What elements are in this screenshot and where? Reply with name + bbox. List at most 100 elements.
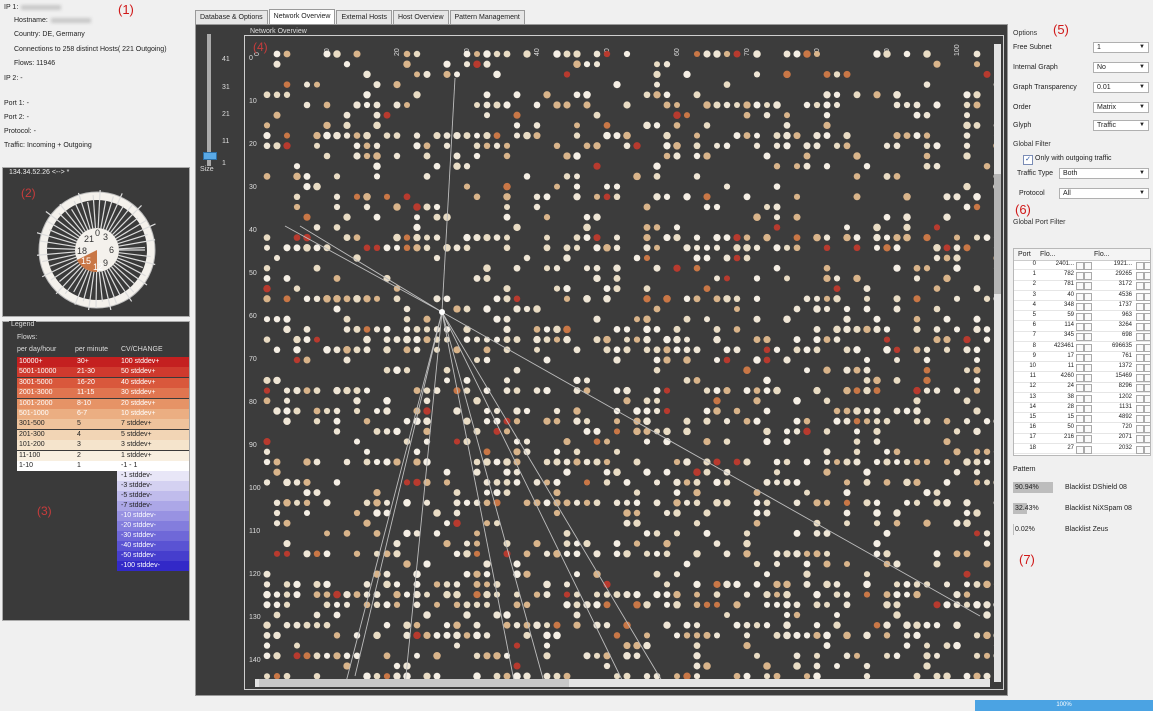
host-glyph[interactable] <box>403 315 411 323</box>
host-glyph[interactable] <box>823 244 831 252</box>
host-glyph[interactable] <box>743 132 751 140</box>
host-glyph[interactable] <box>493 315 501 323</box>
host-glyph[interactable] <box>503 101 511 109</box>
host-glyph[interactable] <box>903 50 911 58</box>
host-glyph[interactable] <box>933 326 941 333</box>
host-glyph[interactable] <box>703 254 711 262</box>
host-glyph[interactable] <box>643 438 651 445</box>
host-glyph[interactable] <box>373 121 381 130</box>
host-glyph[interactable] <box>363 203 371 211</box>
host-glyph[interactable] <box>633 519 641 527</box>
host-glyph[interactable] <box>603 438 611 445</box>
host-glyph[interactable] <box>873 325 881 333</box>
host-glyph[interactable] <box>363 295 371 303</box>
host-glyph[interactable] <box>683 479 691 486</box>
host-glyph[interactable] <box>573 417 581 425</box>
host-glyph[interactable] <box>743 387 751 395</box>
host-glyph[interactable] <box>293 335 301 344</box>
host-glyph[interactable] <box>733 295 741 303</box>
port-filter-checkbox[interactable] <box>1084 384 1092 393</box>
host-glyph[interactable] <box>893 560 901 568</box>
host-glyph[interactable] <box>473 193 481 201</box>
host-glyph[interactable] <box>363 335 371 344</box>
host-glyph[interactable] <box>543 550 551 557</box>
host-glyph[interactable] <box>473 152 481 160</box>
host-glyph[interactable] <box>663 61 671 68</box>
host-glyph[interactable] <box>533 305 541 313</box>
host-glyph[interactable] <box>463 163 471 170</box>
host-glyph[interactable] <box>513 336 521 344</box>
host-glyph[interactable] <box>833 275 841 282</box>
host-glyph[interactable] <box>353 295 361 303</box>
host-glyph[interactable] <box>693 632 701 639</box>
host-glyph[interactable] <box>823 70 831 78</box>
host-glyph[interactable] <box>683 621 691 629</box>
host-glyph[interactable] <box>643 315 651 323</box>
host-glyph[interactable] <box>903 458 911 466</box>
host-glyph[interactable] <box>363 387 371 394</box>
host-glyph[interactable] <box>733 458 741 466</box>
host-glyph[interactable] <box>583 540 591 548</box>
host-glyph[interactable] <box>803 295 811 303</box>
port-filter-checkbox[interactable] <box>1076 343 1084 352</box>
host-glyph[interactable] <box>693 142 701 150</box>
host-glyph[interactable] <box>413 91 421 99</box>
host-glyph[interactable] <box>723 387 731 395</box>
host-glyph[interactable] <box>833 325 841 334</box>
host-glyph[interactable] <box>613 428 621 435</box>
host-glyph[interactable] <box>443 377 451 384</box>
host-glyph[interactable] <box>393 458 401 466</box>
host-glyph[interactable] <box>533 101 541 109</box>
host-glyph[interactable] <box>663 468 671 476</box>
host-glyph[interactable] <box>773 142 781 149</box>
host-glyph[interactable] <box>813 662 821 670</box>
host-glyph[interactable] <box>653 264 661 272</box>
host-glyph[interactable] <box>503 540 511 548</box>
host-glyph[interactable] <box>453 590 461 599</box>
host-glyph[interactable] <box>793 529 801 537</box>
host-glyph[interactable] <box>863 478 871 486</box>
host-glyph[interactable] <box>893 233 901 242</box>
host-glyph[interactable] <box>693 601 701 609</box>
host-glyph[interactable] <box>423 315 431 323</box>
port-filter-checkbox[interactable] <box>1136 404 1144 413</box>
host-glyph[interactable] <box>923 265 931 272</box>
host-glyph[interactable] <box>933 336 941 344</box>
host-glyph[interactable] <box>453 152 461 160</box>
host-glyph[interactable] <box>513 560 521 568</box>
port-filter-checkbox[interactable] <box>1076 353 1084 362</box>
host-glyph[interactable] <box>273 407 281 415</box>
host-glyph[interactable] <box>953 428 961 435</box>
host-glyph[interactable] <box>393 366 401 374</box>
host-glyph[interactable] <box>383 428 391 435</box>
host-glyph[interactable] <box>903 193 911 201</box>
host-glyph[interactable] <box>903 223 911 232</box>
host-glyph[interactable] <box>603 346 611 354</box>
host-glyph[interactable] <box>653 70 661 79</box>
host-glyph[interactable] <box>493 489 501 497</box>
host-glyph[interactable] <box>263 397 271 405</box>
host-glyph[interactable] <box>663 193 671 200</box>
host-glyph[interactable] <box>433 295 441 303</box>
host-glyph[interactable] <box>883 632 891 639</box>
host-glyph[interactable] <box>723 580 731 589</box>
host-glyph[interactable] <box>753 71 761 78</box>
host-glyph[interactable] <box>343 295 351 303</box>
host-glyph[interactable] <box>293 356 301 364</box>
host-glyph[interactable] <box>593 162 601 170</box>
host-glyph[interactable] <box>743 234 751 241</box>
host-glyph[interactable] <box>563 71 571 78</box>
host-glyph[interactable] <box>633 540 641 547</box>
host-glyph[interactable] <box>273 60 281 68</box>
host-glyph[interactable] <box>823 121 831 130</box>
host-glyph[interactable] <box>613 274 621 282</box>
host-glyph[interactable] <box>743 530 751 537</box>
port-filter-checkbox[interactable] <box>1136 364 1144 372</box>
host-glyph[interactable] <box>503 285 511 293</box>
host-glyph[interactable] <box>883 448 891 455</box>
port-filter-checkbox[interactable] <box>1084 445 1092 454</box>
host-glyph[interactable] <box>923 233 931 242</box>
host-glyph[interactable] <box>373 111 381 119</box>
host-glyph[interactable] <box>413 244 421 252</box>
host-glyph[interactable] <box>423 417 431 425</box>
